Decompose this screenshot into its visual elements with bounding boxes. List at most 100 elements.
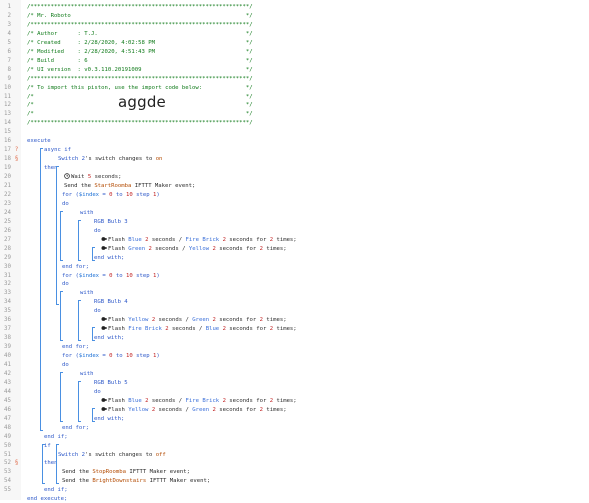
code-token-plain: times; (262, 317, 287, 324)
line-number: 16 (4, 138, 11, 145)
code-token-keyword: step (132, 272, 153, 279)
code-line: for ($index = 0 to 10 step 1) (62, 272, 160, 280)
block-guide (78, 300, 79, 341)
line-number: 53 (4, 469, 11, 476)
code-token-plain: seconds for (215, 317, 260, 324)
code-token-plain: IFTTT Maker event; (126, 469, 190, 476)
block-guide-cap (60, 371, 63, 373)
code-line: end for; (62, 424, 89, 432)
line-number: 17 (4, 147, 11, 154)
code-line: end if; (44, 433, 68, 441)
line-number: 44 (4, 388, 11, 395)
header-comment-line: /* UI version : v0.3.110.20191009 */ (27, 66, 253, 73)
block-guide-cap (92, 407, 95, 409)
line-number: 32 (4, 281, 11, 288)
block-guide (78, 380, 79, 421)
code-token-keyword: do (94, 227, 101, 234)
block-guide-cap (60, 420, 63, 422)
block-guide (42, 443, 43, 484)
header-comment-line: /***************************************… (27, 120, 253, 127)
block-guide-cap (56, 483, 59, 485)
code-token-keyword: end if; (44, 487, 68, 494)
code-line: RGB Bulb 4 (94, 298, 128, 306)
code-token-color: Fire Brick (128, 326, 162, 333)
code-token-keyword: do (62, 200, 69, 207)
line-number: 1 (7, 4, 12, 10)
code-token-plain: Flash (108, 406, 129, 413)
code-token-keyword: async if (44, 147, 71, 154)
code-token-keyword: do (62, 362, 69, 368)
code-token-number: 10 (126, 272, 133, 279)
code-token-plain: times; (262, 406, 287, 413)
code-token-color: Fire Brick (185, 397, 220, 404)
code-line: end execute; (27, 495, 67, 503)
code-token-keyword: do (62, 281, 69, 288)
header-comment-line: /***************************************… (27, 4, 253, 10)
code-token-var: $index (78, 353, 100, 360)
fold-marker-icon[interactable]: ? (13, 146, 20, 154)
code-line: do (62, 361, 69, 369)
code-token-plain: seconds for (225, 236, 270, 243)
code-token-device: RGB Bulb 3 (94, 218, 128, 225)
line-number: 36 (4, 317, 11, 324)
block-guide-cap (60, 340, 63, 342)
line-number: 19 (4, 165, 11, 172)
code-line: end with; (94, 334, 124, 342)
code-line: do (94, 307, 101, 315)
block-guide (92, 246, 93, 260)
block-guide (60, 210, 61, 260)
line-number: 5 (7, 39, 12, 46)
code-line: with (80, 209, 93, 217)
code-line: do (94, 227, 101, 235)
code-line: for ($index = 0 to 10 step 1) (62, 352, 160, 360)
code-token-plain: Flash (108, 236, 129, 243)
code-token-number: 10 (126, 353, 133, 360)
code-token-keyword: for ( (62, 272, 79, 279)
code-token-keyword: end with; (94, 415, 125, 422)
code-token-keyword: do (94, 308, 101, 315)
line-number: 4 (7, 30, 12, 37)
line-number: 6 (7, 48, 12, 55)
code-token-plain: seconds for (225, 326, 270, 333)
code-token-keyword: ) (156, 191, 160, 198)
header-comment-line: /* To import this piston, use the import… (27, 84, 253, 91)
code-token-keyword: end if; (44, 433, 68, 440)
code-token-plain: seconds for (215, 245, 260, 252)
code-token-color: Fire Brick (185, 236, 220, 243)
code-token-device: Switch 2 (58, 451, 85, 458)
line-number: 29 (4, 254, 11, 261)
code-token-keyword: for ( (62, 191, 79, 198)
block-guide (92, 327, 93, 341)
code-token-plain: Flash (108, 317, 129, 324)
header-comment-line: /* */ (27, 111, 253, 118)
block-guide-cap (92, 420, 95, 422)
line-number: 51 (4, 451, 11, 458)
code-line: Send the StartRoomba IFTTT Maker event; (64, 182, 195, 190)
code-token-ifttt: BrightDownstairs (92, 478, 147, 485)
bulb-icon (101, 317, 107, 322)
code-token-keyword: to (112, 353, 127, 360)
fold-marker-icon[interactable]: § (13, 155, 20, 163)
block-guide-cap (56, 443, 59, 445)
code-line: end for; (62, 263, 89, 271)
block-guide-cap (42, 443, 45, 445)
code-token-plain: Wait (71, 174, 88, 181)
header-comment-line: /* Build : 6 */ (27, 57, 253, 64)
code-token-plain: Flash (108, 397, 129, 404)
code-token-keyword: to (112, 272, 127, 279)
block-guide-cap (60, 210, 63, 212)
line-number: 45 (4, 397, 11, 404)
line-number: 50 (4, 442, 11, 449)
code-token-keyword: with (80, 290, 94, 297)
line-number: 10 (4, 84, 11, 91)
code-line: Send the StopRoomba IFTTT Maker event; (62, 468, 190, 476)
code-token-keyword: do (94, 388, 101, 395)
code-token-plain: IFTTT Maker event; (131, 183, 196, 189)
code-token-keyword: for ( (62, 353, 79, 360)
code-token-plain: seconds / (168, 326, 206, 333)
code-line: end if; (44, 486, 68, 494)
line-number: 26 (4, 227, 11, 234)
fold-marker-icon[interactable]: § (13, 459, 20, 467)
code-token-device: RGB Bulb 4 (94, 299, 128, 306)
code-line: if (44, 442, 51, 450)
